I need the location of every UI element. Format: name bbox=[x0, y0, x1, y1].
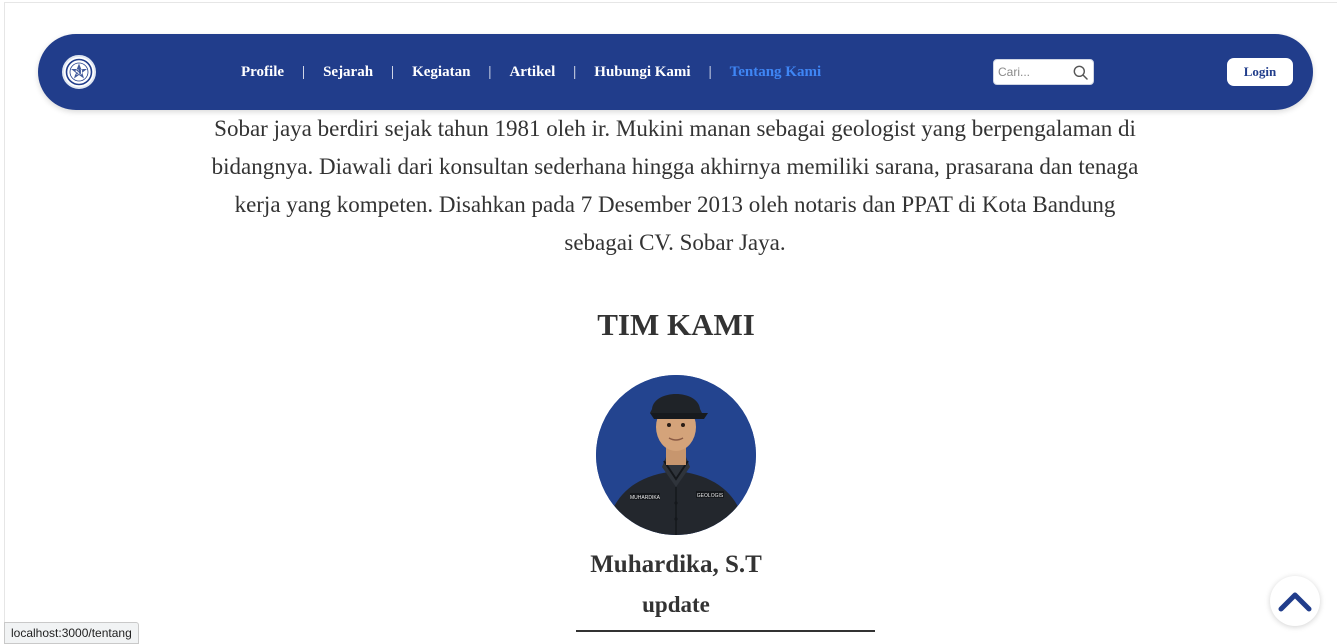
team-section-title: TIM KAMI bbox=[597, 307, 755, 342]
nav-link-sejarah[interactable]: Sejarah bbox=[323, 64, 373, 81]
member-role: update bbox=[642, 592, 710, 617]
nav-link-artikel[interactable]: Artikel bbox=[509, 64, 555, 81]
nav-separator: | bbox=[488, 63, 492, 80]
login-button[interactable]: Login bbox=[1227, 58, 1293, 86]
search-box bbox=[993, 59, 1094, 85]
member-avatar: MUHARDIKA GEOLOGIS bbox=[596, 375, 756, 535]
member-divider bbox=[576, 630, 875, 632]
member-name: Muhardika, S.T bbox=[590, 551, 762, 578]
nav-separator: | bbox=[302, 63, 306, 80]
nav-link-tentang-kami[interactable]: Tentang Kami bbox=[730, 64, 822, 81]
navbar: SJ Profile | Sejarah | Kegiatan | Artike… bbox=[38, 34, 1313, 110]
nav-links: Profile | Sejarah | Kegiatan | Artikel |… bbox=[241, 34, 821, 110]
scroll-to-top-button[interactable] bbox=[1270, 576, 1320, 626]
nav-link-kegiatan[interactable]: Kegiatan bbox=[412, 64, 470, 81]
search-input[interactable] bbox=[998, 63, 1074, 81]
status-bar-url: localhost:3000/tentang bbox=[4, 622, 139, 644]
nav-separator: | bbox=[391, 63, 395, 80]
search-icon[interactable] bbox=[1073, 65, 1088, 85]
nav-link-profile[interactable]: Profile bbox=[241, 64, 284, 81]
chevron-up-icon bbox=[1278, 592, 1312, 612]
shirt-name-tag: MUHARDIKA bbox=[630, 495, 661, 501]
nav-separator: | bbox=[573, 63, 577, 80]
about-paragraph: Sobar jaya berdiri sejak tahun 1981 oleh… bbox=[211, 116, 1139, 255]
logo-text: SJ bbox=[75, 69, 83, 77]
company-logo[interactable]: SJ bbox=[62, 55, 96, 89]
nav-link-hubungi-kami[interactable]: Hubungi Kami bbox=[594, 64, 690, 81]
nav-separator: | bbox=[708, 63, 712, 80]
shirt-badge: GEOLOGIS bbox=[697, 493, 724, 499]
logo-emblem-icon: SJ bbox=[65, 58, 93, 86]
